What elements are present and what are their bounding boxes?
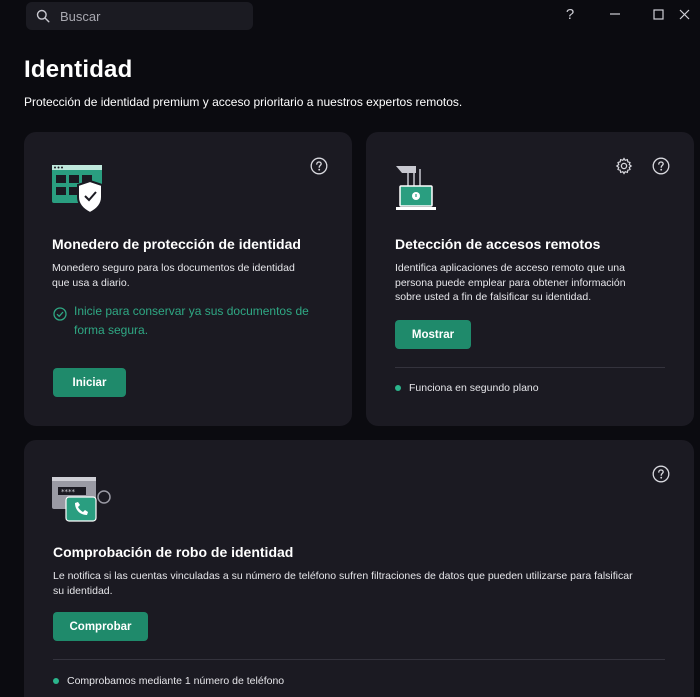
help-icon[interactable]: [310, 157, 328, 175]
divider: [395, 367, 665, 368]
check-circle-icon: [53, 307, 67, 321]
status-dot: [53, 678, 59, 684]
hint-line: Inicie para conservar ya sus documentos …: [74, 304, 309, 318]
hint-line: forma segura.: [74, 323, 149, 337]
identity-wallet-card: Monedero de protección de identidad Mone…: [24, 132, 352, 426]
search-input[interactable]: [58, 7, 242, 25]
close-button[interactable]: [672, 4, 696, 24]
remote-access-icon: [396, 166, 436, 210]
card-description-line: que usa a diario.: [52, 277, 130, 289]
card-description-line: sobre usted a fin de falsificar su ident…: [395, 291, 592, 303]
status-text: Funciona en segundo plano: [409, 382, 539, 394]
card-title: Detección de accesos remotos: [395, 236, 601, 252]
card-description-line: Identifica aplicaciones de acceso remoto…: [395, 262, 625, 274]
show-button[interactable]: Mostrar: [395, 320, 471, 349]
phone-check-icon: ****: [52, 477, 111, 522]
maximize-button[interactable]: [646, 4, 670, 24]
card-description-line: su identidad.: [53, 585, 113, 597]
card-description-line: Monedero seguro para los documentos de i…: [52, 262, 295, 274]
gear-icon[interactable]: [615, 157, 633, 175]
divider: [53, 659, 665, 660]
help-icon[interactable]: [652, 157, 670, 175]
check-button[interactable]: Comprobar: [53, 612, 148, 641]
minimize-icon: [610, 13, 620, 15]
wallet-shield-icon: [52, 165, 103, 215]
remote-access-card: Detección de accesos remotos Identifica …: [366, 132, 694, 426]
maximize-icon: [652, 8, 664, 20]
status-dot: [395, 385, 401, 391]
search-box[interactable]: [26, 2, 253, 30]
page-title: Identidad: [24, 56, 133, 83]
identity-theft-card: **** Comprobación de robo de identidad L…: [24, 440, 694, 697]
card-description-line: Le notifica si las cuentas vinculadas a …: [53, 570, 633, 582]
help-icon[interactable]: [652, 465, 670, 483]
card-title: Monedero de protección de identidad: [52, 236, 301, 252]
svg-text:****: ****: [61, 488, 76, 496]
status-indicator: Funciona en segundo plano: [395, 382, 539, 394]
status-text: Comprobamos mediante 1 número de teléfon…: [67, 675, 285, 687]
minimize-button[interactable]: [603, 4, 627, 24]
page-subtitle: Protección de identidad premium y acceso…: [24, 95, 463, 109]
card-title: Comprobación de robo de identidad: [53, 544, 294, 560]
start-button[interactable]: Iniciar: [53, 368, 126, 397]
card-description-line: persona puede emplear para obtener infor…: [395, 277, 626, 289]
close-icon: [679, 9, 689, 19]
status-indicator: Comprobamos mediante 1 número de teléfon…: [53, 675, 284, 687]
title-bar: ?: [0, 0, 700, 34]
search-icon: [36, 9, 50, 23]
help-button[interactable]: ?: [558, 4, 582, 24]
